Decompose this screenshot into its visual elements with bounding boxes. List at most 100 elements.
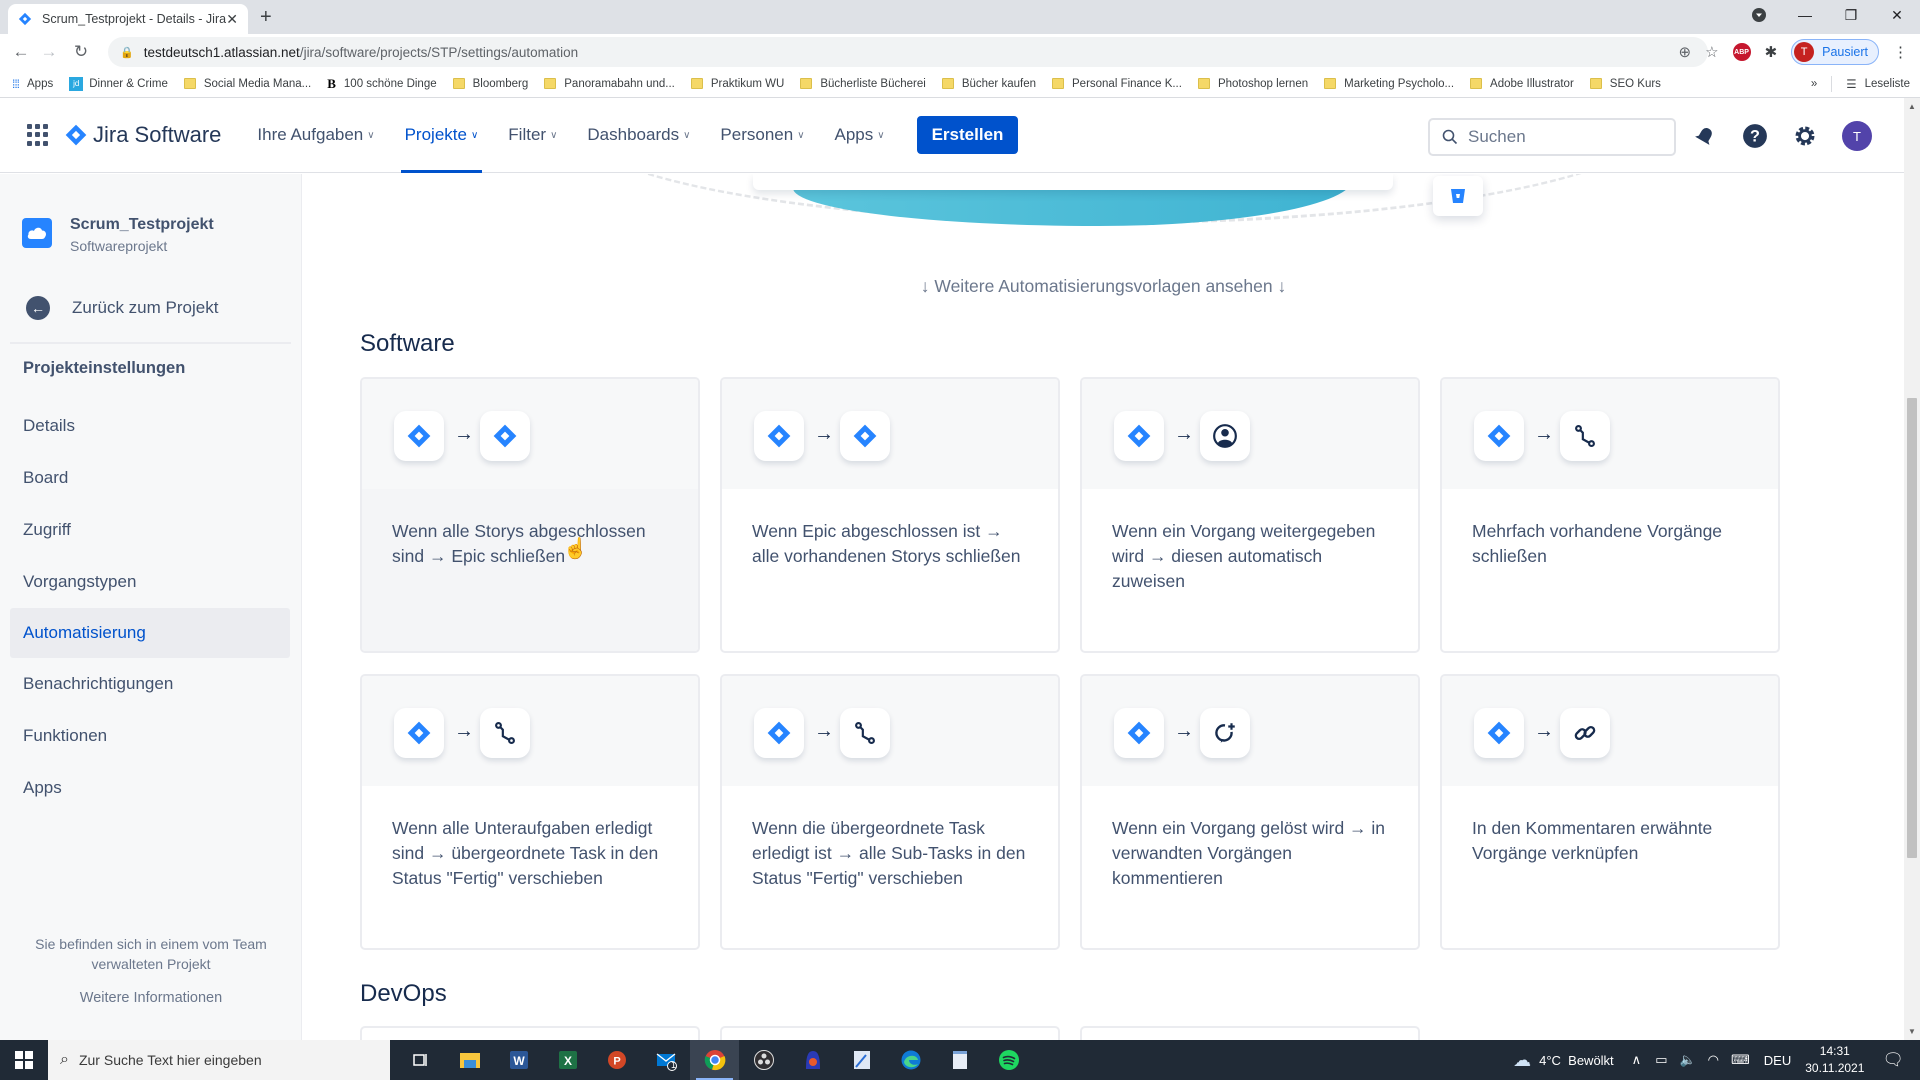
- clock[interactable]: 14:31 30.11.2021: [1805, 1043, 1864, 1077]
- adblock-icon[interactable]: ABP: [1732, 43, 1751, 61]
- bookmark[interactable]: B 100 schöne Dinge: [327, 76, 436, 92]
- taskbar-search-input[interactable]: ⌕ Zur Suche Text hier eingeben: [48, 1040, 390, 1080]
- extensions-icon[interactable]: ✱: [1765, 43, 1778, 61]
- bookmark[interactable]: Bücher kaufen: [941, 78, 1036, 90]
- new-tab-button[interactable]: +: [260, 6, 272, 29]
- bookmarks-bar: ⁞⁞⁞ Apps jd Dinner & Crime Social Media Ma…: [0, 70, 1920, 98]
- meet-now-icon[interactable]: ▭: [1655, 1052, 1667, 1068]
- weather-text[interactable]: 4°C Bewölkt: [1539, 1053, 1614, 1068]
- bookmark[interactable]: SEO Kurs: [1589, 78, 1661, 90]
- sidebar-item-board[interactable]: Board: [10, 452, 290, 504]
- sidebar-item-zugriff[interactable]: Zugriff: [10, 504, 290, 556]
- weather-cloud-icon[interactable]: ☁: [1513, 1050, 1531, 1071]
- url-field[interactable]: 🔒 testdeutsch1.atlassian.net/jira/softwa…: [108, 37, 1708, 67]
- notifications-bell-icon[interactable]: [1690, 121, 1720, 151]
- nav-filter[interactable]: Filter ∨: [508, 98, 557, 173]
- sidebar-item-details[interactable]: Details: [10, 400, 290, 452]
- jira-logo[interactable]: Jira Software: [65, 122, 221, 148]
- sidebar-item-vorgangstypen[interactable]: Vorgangstypen: [10, 556, 290, 608]
- sidebar-item-benachrichtigungen[interactable]: Benachrichtigungen: [10, 658, 290, 710]
- back-to-project-link[interactable]: ← Zurück zum Projekt: [26, 296, 218, 320]
- bookmark[interactable]: Personal Finance K...: [1052, 78, 1182, 90]
- obs-icon[interactable]: [739, 1040, 788, 1080]
- browser-tab[interactable]: Scrum_Testprojekt - Details - Jira ✕: [8, 4, 248, 34]
- bookmarks-overflow-button[interactable]: »: [1811, 78, 1817, 90]
- scrollbar-thumb[interactable]: [1907, 398, 1917, 858]
- restore-icon[interactable]: ❐: [1828, 0, 1874, 30]
- sidebar-item-apps[interactable]: Apps: [10, 762, 290, 814]
- template-card[interactable]: → In den Kommentaren erwähnte Vorgänge v…: [1440, 674, 1780, 950]
- close-tab-icon[interactable]: ✕: [226, 11, 238, 28]
- file-explorer-icon[interactable]: [445, 1040, 494, 1080]
- bookmark[interactable]: Social Media Mana...: [183, 78, 311, 90]
- bookmark-apps[interactable]: ⁞⁞⁞ Apps: [12, 77, 53, 91]
- app-switcher-icon[interactable]: [27, 124, 49, 146]
- spotify-icon[interactable]: [984, 1040, 1033, 1080]
- template-card[interactable]: → Wenn alle Storys abgeschlossen sind → …: [360, 377, 700, 653]
- settings-gear-icon[interactable]: [1790, 121, 1820, 151]
- more-info-link[interactable]: Weitere Informationen: [0, 988, 302, 1008]
- nav-apps[interactable]: Apps ∨: [835, 98, 885, 173]
- jira-icon: [480, 411, 530, 461]
- mail-icon[interactable]: 1: [641, 1040, 690, 1080]
- windows-start-icon[interactable]: [0, 1040, 48, 1080]
- profile-button[interactable]: T Pausiert: [1791, 39, 1879, 65]
- template-card[interactable]: → Wenn ein Vorgang gelöst wird → in verw…: [1080, 674, 1420, 950]
- bookmark[interactable]: Adobe Illustrator: [1470, 78, 1574, 90]
- template-card[interactable]: → Wenn Epic abgeschlossen ist → alle vor…: [720, 377, 1060, 653]
- show-hidden-icons[interactable]: ∧: [1632, 1052, 1642, 1068]
- minimize-icon[interactable]: —: [1782, 0, 1828, 30]
- search-input[interactable]: Suchen: [1428, 118, 1676, 156]
- bookmark[interactable]: Bloomberg: [452, 78, 528, 90]
- chrome-icon[interactable]: [690, 1040, 739, 1080]
- forward-icon[interactable]: →: [36, 42, 62, 62]
- excel-icon[interactable]: X: [543, 1040, 592, 1080]
- scroll-down-icon[interactable]: ▼: [1908, 1027, 1916, 1036]
- template-card[interactable]: → Wenn die übergeordnete Task erledigt i…: [720, 674, 1060, 950]
- keyboard-icon[interactable]: ⌨: [1731, 1052, 1750, 1068]
- user-avatar[interactable]: T: [1842, 121, 1872, 151]
- wifi-icon[interactable]: ◠: [1708, 1052, 1719, 1068]
- language-indicator[interactable]: DEU: [1764, 1053, 1791, 1068]
- volume-icon[interactable]: 🔈: [1679, 1052, 1695, 1068]
- page-scrollbar[interactable]: ▲ ▼: [1904, 98, 1920, 1040]
- nav-ihre-aufgaben[interactable]: Ihre Aufgaben ∨: [257, 98, 374, 173]
- back-icon[interactable]: ←: [8, 42, 34, 62]
- template-card[interactable]: [720, 1026, 1060, 1040]
- nav-dashboards[interactable]: Dashboards ∨: [587, 98, 690, 173]
- bookmark[interactable]: Bücherliste Bücherei: [800, 78, 926, 90]
- template-card[interactable]: → Wenn alle Unteraufgaben erledigt sind …: [360, 674, 700, 950]
- template-card[interactable]: [1080, 1026, 1420, 1040]
- notifications-icon[interactable]: 🗨: [1882, 1050, 1904, 1070]
- bookmark[interactable]: Panoramabahn und...: [544, 78, 675, 90]
- bookmark[interactable]: Praktikum WU: [690, 78, 784, 90]
- sidebar-item-funktionen[interactable]: Funktionen: [10, 710, 290, 762]
- more-templates-link[interactable]: ↓ Weitere Automatisierungsvorlagen anseh…: [303, 276, 1904, 297]
- notepad-icon[interactable]: [935, 1040, 984, 1080]
- nav-personen[interactable]: Personen ∨: [720, 98, 804, 173]
- paint-icon[interactable]: [837, 1040, 886, 1080]
- template-card[interactable]: → Mehrfach vorhandene Vorgänge schließen: [1440, 377, 1780, 653]
- bookmark[interactable]: Photoshop lernen: [1197, 78, 1308, 90]
- bookmark[interactable]: Marketing Psycholo...: [1324, 78, 1454, 90]
- edge-icon[interactable]: [886, 1040, 935, 1080]
- scroll-up-icon[interactable]: ▲: [1908, 102, 1916, 111]
- app-icon[interactable]: [788, 1040, 837, 1080]
- reading-list-button[interactable]: ☰ Leseliste: [1846, 77, 1910, 91]
- zoom-icon[interactable]: ⊕: [1679, 43, 1692, 61]
- powerpoint-icon[interactable]: P: [592, 1040, 641, 1080]
- browser-menu-icon[interactable]: ⋮: [1893, 43, 1908, 61]
- template-card[interactable]: → Wenn ein Vorgang weitergegeben wird → …: [1080, 377, 1420, 653]
- bookmark[interactable]: jd Dinner & Crime: [69, 76, 168, 91]
- sidebar-item-automatisierung[interactable]: Automatisierung: [10, 608, 290, 658]
- task-view-icon[interactable]: [396, 1040, 445, 1080]
- create-button[interactable]: Erstellen: [916, 116, 1019, 154]
- template-card[interactable]: [360, 1026, 700, 1040]
- help-icon[interactable]: ?: [1740, 121, 1770, 151]
- reload-icon[interactable]: ↻: [68, 42, 94, 62]
- word-icon[interactable]: W: [494, 1040, 543, 1080]
- bookmark-star-icon[interactable]: ☆: [1705, 43, 1718, 61]
- close-window-icon[interactable]: ✕: [1874, 0, 1920, 30]
- nav-projekte[interactable]: Projekte ∨: [400, 98, 482, 173]
- tab-search-icon[interactable]: [1736, 0, 1782, 30]
